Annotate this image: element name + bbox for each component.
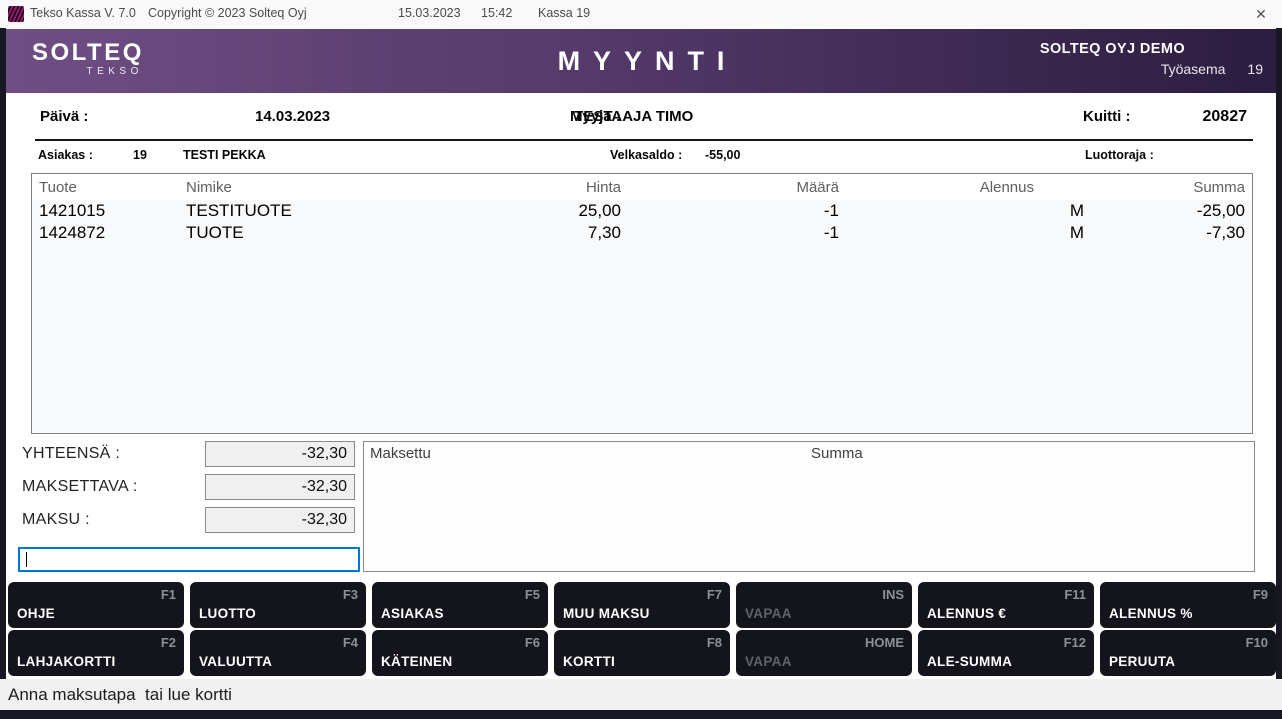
fkey-kateinen[interactable]: KÄTEINEN F6 [372,630,548,676]
col-nimike: Nimike [179,179,446,196]
col-tuote: Tuote [32,179,179,196]
fkey-ohje[interactable]: OHJE F1 [8,582,184,628]
fkey-hint: F10 [1246,635,1268,650]
titlebar-copyright: Copyright © 2023 Solteq Oyj [148,6,307,20]
fkey-alennus-prosentti[interactable]: ALENNUS % F9 [1100,582,1276,628]
titlebar: Tekso Kassa V. 7.0 Copyright © 2023 Solt… [0,0,1282,28]
company-name: SOLTEQ OYJ DEMO [1040,41,1263,57]
fkey-lahjakortti[interactable]: LAHJAKORTTI F2 [8,630,184,676]
table-row[interactable]: 1424872 TUOTE 7,30 -1 M -7,30 [32,222,1252,244]
customer-info-row: Asiakas : 19 TESTI PEKKA Velkasaldo : -5… [6,148,1276,164]
total-label: YHTEENSÄ : [22,445,120,463]
function-key-grid: OHJE F1 LUOTTO F3 ASIAKAS F5 MUU MAKSU F… [8,582,1276,676]
cell-alennus: M [839,223,1086,243]
titlebar-time: 15:42 [481,6,512,20]
fkey-hint: F3 [343,587,358,602]
cell-tuote: 1421015 [32,201,179,221]
customer-name: TESTI PEKKA [183,148,266,162]
total-value: -32,30 [205,441,355,467]
text-caret [26,552,27,567]
cell-alennus: M [839,201,1086,221]
items-table-header: Tuote Nimike Hinta Määrä Alennus Summa [32,174,1252,200]
close-icon[interactable]: ✕ [1250,4,1272,24]
separator-line [35,139,1253,141]
cell-maara: -1 [621,223,839,243]
status-bar: Anna maksutapa tai lue kortti [0,679,1282,710]
fkey-hint: F8 [707,635,722,650]
titlebar-app-name: Tekso Kassa V. 7.0 [30,6,136,20]
app-logo-icon [8,6,24,22]
fkey-hint: INS [882,587,904,602]
fkey-muu-maksu[interactable]: MUU MAKSU F7 [554,582,730,628]
fkey-hint: F4 [343,635,358,650]
fkey-asiakas[interactable]: ASIAKAS F5 [372,582,548,628]
fkey-hint: F6 [525,635,540,650]
items-table-body: 1421015 TESTITUOTE 25,00 -1 M -25,00 142… [32,200,1252,433]
col-hinta: Hinta [446,179,621,196]
cell-tuote: 1424872 [32,223,179,243]
workstation-number: 19 [1247,61,1263,77]
sum-column-header: Summa [811,445,863,462]
seller-value: TESTAAJA TIMO [574,108,693,125]
cell-maara: -1 [621,201,839,221]
fkey-hint: F12 [1064,635,1086,650]
payment-row: MAKSU : -32,30 [6,507,366,533]
date-label: Päivä : [40,108,88,125]
col-maara: Määrä [621,179,839,196]
paid-column-header: Maksettu [370,445,431,462]
fkey-hint: F2 [161,635,176,650]
fkey-hint: F5 [525,587,540,602]
seller-field: Myyjä : TESTAAJA TIMO [570,108,574,125]
cell-hinta: 25,00 [446,201,621,221]
sale-info-row: Päivä : 14.03.2023 Myyjä : TESTAAJA TIMO… [6,108,1276,130]
fkey-vapaa-ins: VAPAA INS [736,582,912,628]
total-row: YHTEENSÄ : -32,30 [6,441,366,467]
fkey-valuutta[interactable]: VALUUTTA F4 [190,630,366,676]
customer-number: 19 [133,148,147,162]
payable-value: -32,30 [205,474,355,500]
payable-row: MAKSETTAVA : -32,30 [6,474,366,500]
date-value: 14.03.2023 [255,108,330,125]
workstation-label: Työasema [1161,61,1226,77]
fkey-kortti[interactable]: KORTTI F8 [554,630,730,676]
fkey-luotto[interactable]: LUOTTO F3 [190,582,366,628]
brand-header: SOLTEQ TEKSO MYYNTI SOLTEQ OYJ DEMO Työa… [6,29,1276,93]
cell-summa: -25,00 [1086,201,1252,221]
cell-nimike: TUOTE [179,223,446,243]
receipt-number: 20827 [1203,108,1248,126]
fkey-hint: HOME [865,635,904,650]
status-message: Anna maksutapa tai lue kortti [8,685,232,705]
items-table: Tuote Nimike Hinta Määrä Alennus Summa 1… [31,173,1253,434]
fkey-alennus-euro[interactable]: ALENNUS € F11 [918,582,1094,628]
fkey-vapaa-home: VAPAA HOME [736,630,912,676]
fkey-hint: F11 [1064,587,1086,602]
cell-nimike: TESTITUOTE [179,201,446,221]
fkey-peruuta[interactable]: PERUUTA F10 [1100,630,1276,676]
app-window: Tekso Kassa V. 7.0 Copyright © 2023 Solt… [0,0,1282,719]
credit-limit-label: Luottoraja : [1085,148,1154,162]
cell-hinta: 7,30 [446,223,621,243]
fkey-hint: F7 [707,587,722,602]
col-summa: Summa [1086,179,1252,196]
fkey-hint: F1 [161,587,176,602]
payable-label: MAKSETTAVA : [22,478,138,496]
fkey-ale-summa[interactable]: ALE-SUMMA F12 [918,630,1094,676]
cell-summa: -7,30 [1086,223,1252,243]
debt-label: Velkasaldo : [610,148,682,162]
payments-panel: Maksettu Summa [363,441,1255,572]
payment-entry-input[interactable] [18,547,360,572]
col-alennus: Alennus [839,179,1086,196]
titlebar-register: Kassa 19 [538,6,590,20]
fkey-hint: F9 [1253,587,1268,602]
receipt-label: Kuitti : [1083,108,1130,125]
store-info: SOLTEQ OYJ DEMO Työasema 19 [1040,41,1263,77]
payment-value: -32,30 [205,507,355,533]
payment-label: MAKSU : [22,511,90,529]
workstation: Työasema 19 [1040,61,1263,77]
customer-label: Asiakas : [38,148,93,162]
main-window: SOLTEQ TEKSO MYYNTI SOLTEQ OYJ DEMO Työa… [6,28,1276,679]
titlebar-date: 15.03.2023 [398,6,461,20]
table-row[interactable]: 1421015 TESTITUOTE 25,00 -1 M -25,00 [32,200,1252,222]
debt-value: -55,00 [705,148,740,162]
